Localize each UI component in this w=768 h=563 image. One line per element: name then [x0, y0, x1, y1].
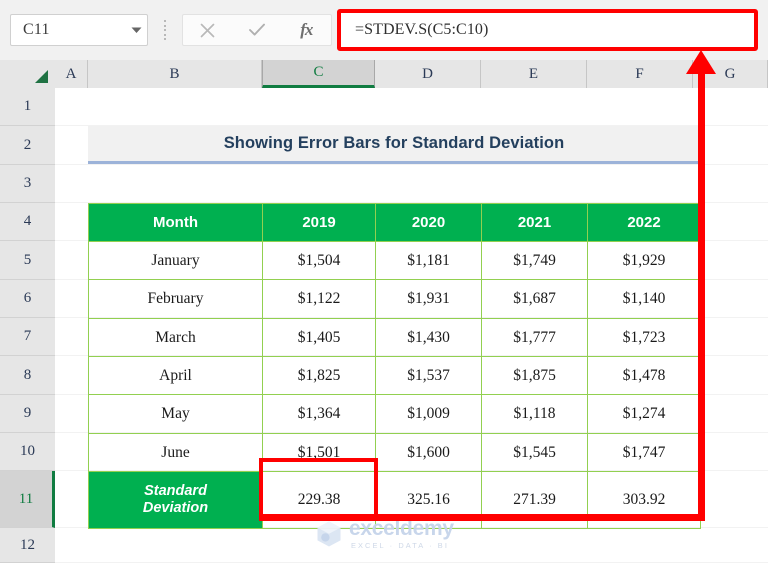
name-box-value: C11 — [23, 21, 50, 38]
col-header-2022: 2022 — [587, 203, 701, 242]
formula-bar-value: =STDEV.S(C5:C10) — [355, 21, 489, 38]
sd-label-line-2: Deviation — [142, 500, 209, 516]
cell-b11-label: Standard Deviation — [88, 471, 263, 529]
sheet-title-banner: Showing Error Bars for Standard Deviatio… — [88, 126, 700, 164]
cell-c5[interactable]: $1,504 — [262, 241, 376, 280]
watermark-name: exceldemy — [349, 517, 454, 541]
cell-d6[interactable]: $1,931 — [375, 279, 482, 319]
cell-f7[interactable]: $1,723 — [587, 318, 701, 357]
cell-e5[interactable]: $1,749 — [481, 241, 588, 280]
table-row[interactable]: June $1,501 $1,600 $1,545 $1,747 — [88, 433, 701, 472]
row-header-6[interactable]: 6 — [0, 280, 55, 318]
sd-label-line-1: Standard — [144, 483, 207, 500]
row-header-9[interactable]: 9 — [0, 395, 55, 433]
cell-c6[interactable]: $1,122 — [262, 279, 376, 319]
row-header-3[interactable]: 3 — [0, 165, 55, 203]
column-header-d[interactable]: D — [375, 60, 481, 88]
cell-d10[interactable]: $1,600 — [375, 433, 482, 472]
exceldemy-watermark: exceldemy EXCEL · DATA · BI — [316, 516, 486, 552]
cell-b10[interactable]: June — [88, 433, 263, 472]
data-table: Month 2019 2020 2021 2022 January $1,504… — [88, 203, 701, 529]
row-header-2[interactable]: 2 — [0, 126, 55, 165]
cell-c9[interactable]: $1,364 — [262, 394, 376, 434]
cell-e6[interactable]: $1,687 — [481, 279, 588, 319]
cell-e9[interactable]: $1,118 — [481, 394, 588, 434]
column-header-f[interactable]: F — [587, 60, 693, 88]
col-header-month: Month — [88, 203, 263, 242]
cell-d5[interactable]: $1,181 — [375, 241, 482, 280]
formula-bar-drag-handle[interactable] — [160, 20, 170, 40]
row-header-5[interactable]: 5 — [0, 241, 55, 280]
row-header-10[interactable]: 10 — [0, 433, 55, 471]
annotation-vertical-line — [698, 72, 705, 521]
cell-c10[interactable]: $1,501 — [262, 433, 376, 472]
row-header-8[interactable]: 8 — [0, 356, 55, 395]
name-box[interactable]: C11 — [10, 14, 148, 46]
row-header-column: 1 2 3 4 5 6 7 8 9 10 11 12 — [0, 88, 55, 563]
row-header-7[interactable]: 7 — [0, 318, 55, 356]
column-header-a[interactable]: A — [55, 60, 88, 88]
cell-e8[interactable]: $1,875 — [481, 356, 588, 395]
row-header-12[interactable]: 12 — [0, 528, 55, 563]
cell-f10[interactable]: $1,747 — [587, 433, 701, 472]
row-header-4[interactable]: 4 — [0, 203, 55, 241]
table-row[interactable]: February $1,122 $1,931 $1,687 $1,140 — [88, 279, 701, 319]
row-header-1[interactable]: 1 — [0, 88, 55, 126]
formula-bar-strip: C11 fx =STDEV.S(C5:C10) — [0, 0, 768, 61]
formula-action-buttons: fx — [182, 14, 332, 46]
formula-bar[interactable]: =STDEV.S(C5:C10) — [341, 13, 754, 47]
cell-f6[interactable]: $1,140 — [587, 279, 701, 319]
cell-e7[interactable]: $1,777 — [481, 318, 588, 357]
select-all-triangle-icon — [35, 70, 48, 83]
column-header-c[interactable]: C — [262, 60, 375, 88]
formula-bar-highlight-box: =STDEV.S(C5:C10) — [337, 9, 758, 51]
table-row[interactable]: April $1,825 $1,537 $1,875 $1,478 — [88, 356, 701, 395]
cell-e10[interactable]: $1,545 — [481, 433, 588, 472]
cell-b7[interactable]: March — [88, 318, 263, 357]
chevron-down-icon[interactable] — [125, 27, 147, 34]
cell-d7[interactable]: $1,430 — [375, 318, 482, 357]
column-header-e[interactable]: E — [481, 60, 587, 88]
column-header-b[interactable]: B — [88, 60, 262, 88]
row-header-11[interactable]: 11 — [0, 471, 55, 528]
cell-f5[interactable]: $1,929 — [587, 241, 701, 280]
table-row[interactable]: March $1,405 $1,430 $1,777 $1,723 — [88, 318, 701, 357]
select-all-corner[interactable] — [0, 60, 56, 88]
col-header-2019: 2019 — [262, 203, 376, 242]
check-icon[interactable] — [240, 17, 274, 43]
table-row[interactable]: May $1,364 $1,009 $1,118 $1,274 — [88, 394, 701, 434]
annotation-horizontal-line — [259, 514, 705, 521]
fx-icon[interactable]: fx — [289, 17, 323, 43]
cell-c8[interactable]: $1,825 — [262, 356, 376, 395]
cell-f8[interactable]: $1,478 — [587, 356, 701, 395]
watermark-text: exceldemy EXCEL · DATA · BI — [349, 518, 454, 549]
cell-c7[interactable]: $1,405 — [262, 318, 376, 357]
page-title: Showing Error Bars for Standard Deviatio… — [223, 134, 565, 152]
close-icon[interactable] — [191, 17, 225, 43]
table-header-row: Month 2019 2020 2021 2022 — [88, 203, 701, 242]
cell-b8[interactable]: April — [88, 356, 263, 395]
cell-b9[interactable]: May — [88, 394, 263, 434]
cell-f9[interactable]: $1,274 — [587, 394, 701, 434]
watermark-tagline: EXCEL · DATA · BI — [351, 541, 449, 551]
cell-b5[interactable]: January — [88, 241, 263, 280]
cell-d9[interactable]: $1,009 — [375, 394, 482, 434]
col-header-2021: 2021 — [481, 203, 588, 242]
cell-b6[interactable]: February — [88, 279, 263, 319]
worksheet-grid[interactable]: Showing Error Bars for Standard Deviatio… — [55, 88, 768, 563]
table-row[interactable]: January $1,504 $1,181 $1,749 $1,929 — [88, 241, 701, 280]
excel-worksheet-screenshot: C11 fx =STDEV.S(C5:C10) A B C D E F G 1 … — [0, 0, 768, 563]
cell-d8[interactable]: $1,537 — [375, 356, 482, 395]
col-header-2020: 2020 — [375, 203, 482, 242]
annotation-arrow-head-icon — [686, 50, 716, 74]
exceldemy-logo-icon — [316, 520, 342, 548]
column-header-row: A B C D E F G — [0, 60, 768, 89]
